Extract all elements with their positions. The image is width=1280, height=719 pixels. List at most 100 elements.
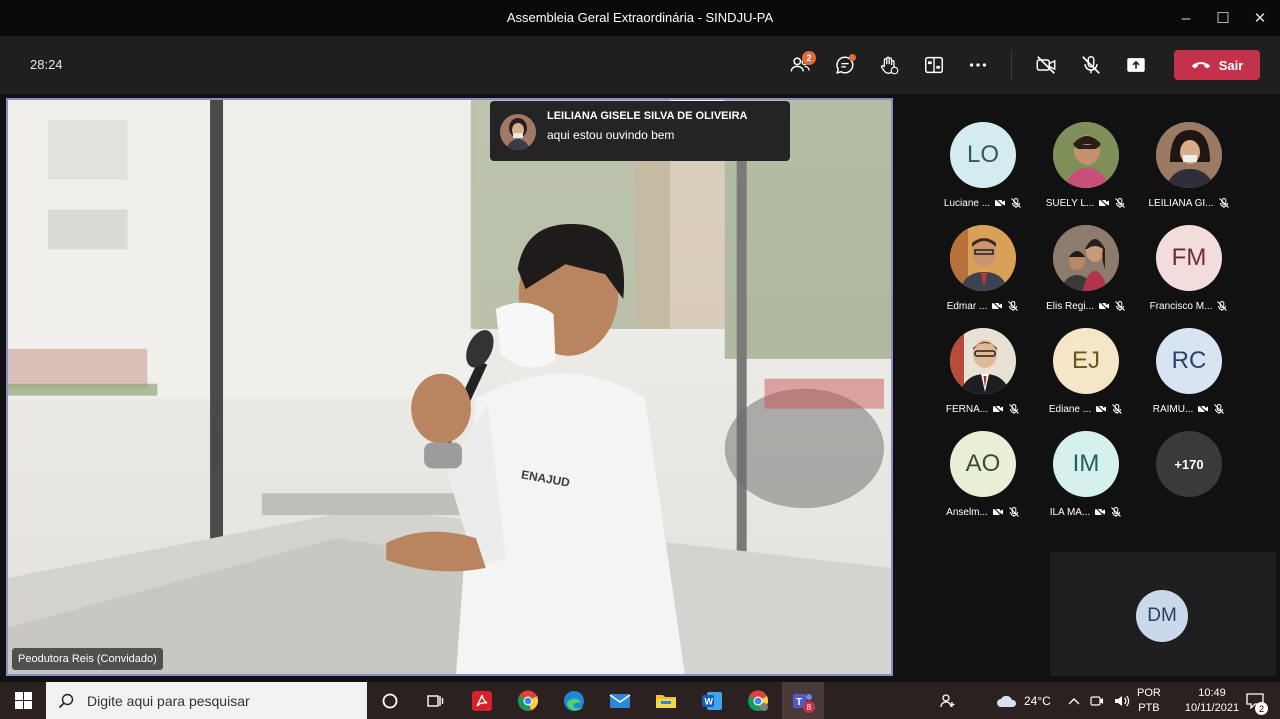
file-explorer-app[interactable] bbox=[651, 686, 681, 716]
word-icon: W bbox=[702, 692, 722, 710]
participants-badge: 2 bbox=[802, 51, 816, 65]
chat-button[interactable] bbox=[829, 50, 861, 80]
windows-taskbar: Digite aqui para pesquisar W T 8 24°C PO… bbox=[0, 682, 1280, 719]
participant-name-row: Anselm... bbox=[933, 506, 1033, 518]
participant-tile[interactable]: AO Anselm... bbox=[933, 409, 1033, 518]
chat-sender-avatar bbox=[500, 114, 536, 150]
chat-unread-dot bbox=[849, 54, 856, 61]
maximize-button[interactable]: ☐ bbox=[1211, 6, 1235, 30]
participants-button[interactable]: 2 bbox=[784, 50, 816, 80]
share-screen-button[interactable] bbox=[1120, 50, 1152, 80]
share-icon bbox=[1127, 58, 1145, 72]
weather-widget[interactable]: 24°C bbox=[996, 682, 1051, 719]
cortana-button[interactable] bbox=[375, 686, 405, 716]
svg-text:T: T bbox=[796, 697, 802, 708]
edge-icon bbox=[564, 691, 584, 711]
participant-tile[interactable]: IM ILA MA... bbox=[1036, 409, 1136, 518]
participant-status-icons bbox=[1094, 506, 1122, 518]
camera-off-icon bbox=[992, 506, 1004, 518]
minimize-button[interactable]: – bbox=[1174, 6, 1198, 30]
teams-app[interactable]: T 8 bbox=[782, 682, 824, 719]
participant-avatar: IM bbox=[1053, 431, 1119, 497]
chrome-icon bbox=[517, 690, 539, 711]
acrobat-icon bbox=[472, 691, 492, 711]
volume-icon bbox=[1115, 695, 1130, 706]
more-participants-tile[interactable]: +170 bbox=[1139, 409, 1239, 509]
clock-date: 10/11/2021 bbox=[1184, 701, 1240, 714]
more-icon bbox=[969, 63, 987, 67]
participant-tile[interactable]: LO Luciane ... bbox=[933, 100, 1033, 209]
video-scene-image: ENAJUD bbox=[8, 100, 891, 674]
mic-off-icon bbox=[1111, 507, 1122, 517]
taskbar-search-box[interactable]: Digite aqui para pesquisar bbox=[46, 682, 367, 719]
participant-tile[interactable]: LEILIANA GI... bbox=[1139, 100, 1239, 209]
people-tray-button[interactable] bbox=[940, 682, 956, 719]
teams-badge: 8 bbox=[803, 701, 815, 713]
participant-tile[interactable]: EJ Ediane ... bbox=[1036, 306, 1136, 415]
participant-tile[interactable]: RC RAIMU... bbox=[1139, 306, 1239, 415]
participant-avatar: FM bbox=[1156, 225, 1222, 291]
participant-tile[interactable]: SUELY L... bbox=[1036, 100, 1136, 209]
close-button[interactable]: ✕ bbox=[1248, 6, 1272, 30]
participant-avatar: RC bbox=[1156, 328, 1222, 394]
chrome-profile-app[interactable] bbox=[743, 686, 773, 716]
more-actions-button[interactable] bbox=[962, 50, 994, 80]
participant-avatar bbox=[950, 225, 1016, 291]
window-title: Assembleia Geral Extraordinária - SINDJU… bbox=[506, 10, 774, 25]
participant-avatar: EJ bbox=[1053, 328, 1119, 394]
clock[interactable]: 10:49 10/11/2021 bbox=[1180, 682, 1244, 719]
participant-avatar: AO bbox=[950, 431, 1016, 497]
meet-now-icon bbox=[1090, 695, 1103, 706]
self-avatar: DM bbox=[1136, 590, 1188, 642]
system-tray-icons[interactable] bbox=[1068, 682, 1130, 719]
edge-app[interactable] bbox=[559, 686, 589, 716]
cloud-icon bbox=[997, 695, 1017, 707]
breakout-rooms-button[interactable] bbox=[918, 50, 950, 80]
participant-avatar bbox=[1053, 122, 1119, 188]
chrome-app[interactable] bbox=[513, 686, 543, 716]
leave-button[interactable]: Sair bbox=[1174, 50, 1260, 80]
chrome-profile-icon bbox=[748, 690, 769, 711]
raise-hand-icon bbox=[881, 56, 899, 75]
phone-icon bbox=[1191, 62, 1210, 69]
participant-tile[interactable]: Edmar ... bbox=[933, 203, 1033, 312]
participant-avatar bbox=[1156, 122, 1222, 188]
chat-sender-name: LEILIANA GISELE SILVA DE OLIVEIRA bbox=[547, 110, 748, 122]
temperature-label: 24°C bbox=[1024, 693, 1051, 708]
participant-name: Anselm... bbox=[946, 506, 988, 518]
main-video-feed[interactable]: ENAJUD bbox=[6, 98, 893, 676]
more-participants-count: +170 bbox=[1156, 431, 1222, 497]
file-explorer-icon bbox=[656, 695, 676, 708]
mic-off-icon bbox=[1082, 56, 1100, 74]
rooms-icon bbox=[925, 56, 943, 74]
participant-tile[interactable]: FERNA... bbox=[933, 306, 1033, 415]
language-indicator[interactable]: POR PTB bbox=[1137, 682, 1161, 719]
title-bar: Assembleia Geral Extraordinária - SINDJU… bbox=[0, 0, 1280, 36]
participant-avatar bbox=[1053, 225, 1119, 291]
participant-tile[interactable]: FM Francisco M... bbox=[1139, 203, 1239, 312]
task-view-button[interactable] bbox=[420, 686, 450, 716]
word-app[interactable]: W bbox=[697, 686, 727, 716]
start-button[interactable] bbox=[0, 682, 46, 719]
mail-app[interactable] bbox=[605, 686, 635, 716]
chat-message-text: aqui estou ouvindo bem bbox=[547, 128, 675, 142]
camera-toggle-button[interactable] bbox=[1030, 50, 1062, 80]
mic-toggle-button[interactable] bbox=[1075, 50, 1107, 80]
keyboard-layout: PTB bbox=[1138, 701, 1160, 714]
participant-avatar bbox=[950, 328, 1016, 394]
reactions-button[interactable] bbox=[873, 50, 905, 80]
notifications-button[interactable]: 2 bbox=[1240, 682, 1270, 719]
participant-name-row: ILA MA... bbox=[1036, 506, 1136, 518]
task-view-icon bbox=[427, 695, 444, 707]
acrobat-app[interactable] bbox=[467, 686, 497, 716]
windows-logo-icon bbox=[14, 692, 32, 709]
cortana-icon bbox=[382, 693, 398, 709]
leave-button-label: Sair bbox=[1218, 57, 1244, 73]
participant-status-icons bbox=[992, 506, 1020, 518]
chat-notification[interactable]: LEILIANA GISELE SILVA DE OLIVEIRA aqui e… bbox=[490, 101, 790, 161]
search-placeholder: Digite aqui para pesquisar bbox=[87, 692, 250, 709]
camera-off-icon bbox=[1036, 56, 1056, 74]
participant-tile[interactable]: Elis Regi... bbox=[1036, 203, 1136, 312]
self-view-tile[interactable]: DM bbox=[1050, 552, 1276, 676]
mail-icon bbox=[609, 694, 631, 708]
